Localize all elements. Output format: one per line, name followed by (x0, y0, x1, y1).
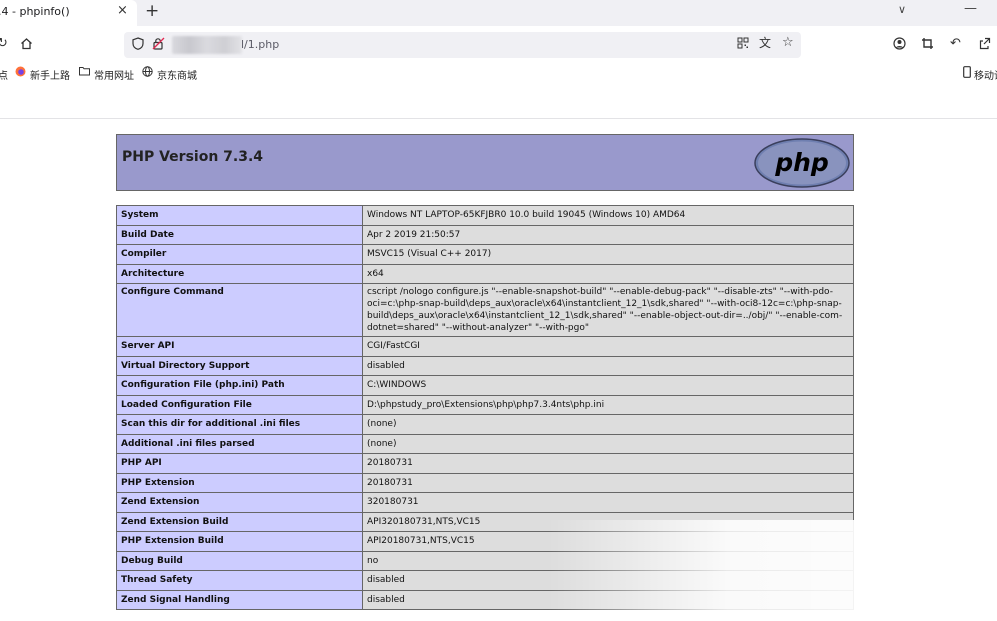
home-icon[interactable] (20, 37, 33, 54)
row-key: PHP API (116, 453, 363, 474)
url-bar[interactable]: l/1.php 文 ☆ (124, 32, 801, 58)
globe-icon (142, 66, 153, 80)
table-row: Additional .ini files parsed (none) (116, 433, 854, 454)
row-value: disabled (362, 355, 854, 376)
undo-icon[interactable]: ↶ (950, 37, 961, 51)
shield-icon[interactable] (132, 37, 144, 54)
row-key: PHP Extension Build (116, 531, 363, 552)
row-key: Server API (116, 336, 363, 357)
mobile-bookmarks[interactable]: 移动设 (974, 67, 997, 82)
lock-warning-icon[interactable] (152, 37, 165, 54)
row-key: System (116, 205, 363, 226)
row-value: x64 (362, 263, 854, 284)
bookmark-item[interactable]: 点 (0, 67, 8, 82)
table-row: Virtual Directory Support disabled (116, 355, 854, 376)
page-content: PHP Version 7.3.4 php System Windows NT L… (0, 120, 997, 621)
row-key: Architecture (116, 263, 363, 284)
row-value: Apr 2 2019 21:50:57 (362, 224, 854, 245)
row-key: Loaded Configuration File (116, 394, 363, 415)
minimize-icon[interactable]: — (964, 1, 977, 16)
row-value: cscript /nologo configure.js "--enable-s… (362, 283, 854, 337)
row-key: Zend Signal Handling (116, 589, 363, 610)
table-row: Architecture x64 (116, 263, 854, 284)
table-row: System Windows NT LAPTOP-65KFJBR0 10.0 bu… (116, 205, 854, 226)
row-value: Windows NT LAPTOP-65KFJBR0 10.0 build 19… (362, 205, 854, 226)
extension-icon[interactable] (921, 37, 934, 54)
table-row: PHP Extension 20180731 (116, 472, 854, 493)
bookmark-newbie[interactable]: 新手上路 (30, 67, 70, 82)
reload-icon[interactable]: ↻ (0, 37, 8, 51)
folder-icon (79, 66, 90, 79)
table-row: Configure Command cscript /nologo configu… (116, 283, 854, 337)
table-row: Server API CGI/FastCGI (116, 336, 854, 357)
active-tab[interactable]: .4 - phpinfo() × (0, 0, 137, 26)
row-value: 320180731 (362, 492, 854, 513)
close-tab-icon[interactable]: × (117, 3, 128, 18)
tab-title: .4 - phpinfo() (0, 5, 70, 18)
page-title: PHP Version 7.3.4 (122, 149, 264, 165)
star-icon[interactable]: ☆ (782, 36, 794, 50)
row-value: (none) (362, 433, 854, 454)
new-tab-button[interactable]: + (145, 1, 159, 21)
bookmarks-toolbar: 点 新手上路 常用网址 京东商城 移动设 (0, 64, 997, 84)
php-logo: php (754, 138, 850, 188)
row-key: Zend Extension (116, 492, 363, 513)
table-row: Compiler MSVC15 (Visual C++ 2017) (116, 244, 854, 265)
row-key: Scan this dir for additional .ini files (116, 414, 363, 435)
row-value: 20180731 (362, 453, 854, 474)
translate-icon[interactable]: 文 (759, 36, 771, 50)
bookmark-common-sites[interactable]: 常用网址 (94, 67, 134, 82)
tab-bar: .4 - phpinfo() × + ∨ — (0, 0, 997, 26)
table-row: Zend Extension 320180731 (116, 492, 854, 513)
row-value: CGI/FastCGI (362, 336, 854, 357)
row-value: C:\WINDOWS (362, 375, 854, 396)
navigation-bar: ↻ l/1.php 文 ☆ ↶ (0, 26, 997, 64)
row-value: MSVC15 (Visual C++ 2017) (362, 244, 854, 265)
row-key: Build Date (116, 224, 363, 245)
row-key: Zend Extension Build (116, 511, 363, 532)
row-key: Debug Build (116, 550, 363, 571)
screenshot-fade-overlay (548, 520, 997, 621)
share-icon[interactable] (978, 37, 991, 54)
row-key: Additional .ini files parsed (116, 433, 363, 454)
row-key: Thread Safety (116, 570, 363, 591)
row-key: Compiler (116, 244, 363, 265)
row-value: D:\phpstudy_pro\Extensions\php\php7.3.4n… (362, 394, 854, 415)
table-row: PHP API 20180731 (116, 453, 854, 474)
php-logo-text: php (774, 148, 829, 177)
php-version-header: PHP Version 7.3.4 php (116, 134, 854, 191)
row-value: (none) (362, 414, 854, 435)
account-icon[interactable] (893, 37, 906, 54)
list-all-tabs-icon[interactable]: ∨ (898, 3, 906, 16)
blurred-host (172, 36, 242, 54)
table-row: Configuration File (php.ini) Path C:\WIND… (116, 375, 854, 396)
row-key: Virtual Directory Support (116, 355, 363, 376)
url-text[interactable]: l/1.php (241, 38, 279, 51)
row-key: PHP Extension (116, 472, 363, 493)
row-key: Configuration File (php.ini) Path (116, 375, 363, 396)
row-value: 20180731 (362, 472, 854, 493)
row-key: Configure Command (116, 283, 363, 337)
table-row: Loaded Configuration File D:\phpstudy_pro… (116, 394, 854, 415)
bookmark-jd[interactable]: 京东商城 (157, 67, 197, 82)
mobile-icon (963, 66, 971, 81)
qr-icon[interactable] (737, 37, 749, 53)
table-row: Build Date Apr 2 2019 21:50:57 (116, 224, 854, 245)
firefox-icon (15, 66, 26, 80)
page-top-area (0, 84, 997, 119)
table-row: Scan this dir for additional .ini files(… (116, 414, 854, 435)
